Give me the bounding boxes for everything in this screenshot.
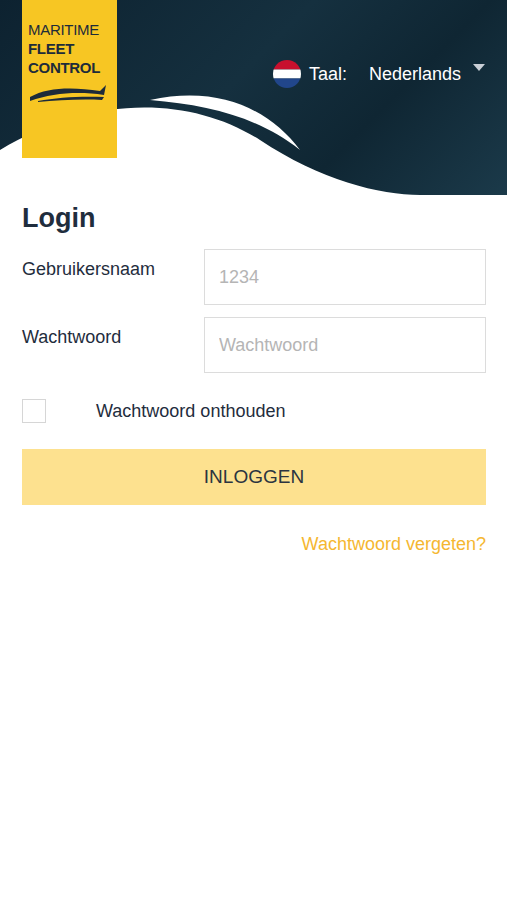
language-value: Nederlands	[369, 64, 461, 85]
swoosh-icon	[28, 81, 108, 103]
form-field: Wachtwoord	[22, 317, 486, 373]
dutch-flag-icon	[273, 60, 301, 88]
dropdown-arrow-icon	[473, 64, 485, 71]
header: MARITIMEFLEETCONTROL Taal: Nederlands	[0, 0, 507, 195]
language-selector[interactable]: Taal: Nederlands	[273, 60, 485, 88]
remember-row[interactable]: Wachtwoord onthouden	[22, 397, 486, 425]
logo-word: FLEET	[28, 39, 112, 58]
form-field: Gebruikersnaam	[22, 249, 486, 305]
language-label: Taal:	[309, 64, 347, 85]
text-input[interactable]	[204, 249, 486, 305]
forgot-password-link[interactable]: Wachtwoord vergeten?	[302, 534, 486, 555]
forgot-row: Wachtwoord vergeten?	[22, 534, 486, 555]
login-form: Login Gebruikersnaam Wachtwoord Wachtwoord …	[0, 195, 507, 595]
login-button[interactable]: INLOGGEN	[22, 449, 486, 505]
field-label: Wachtwoord	[22, 317, 204, 348]
text-input[interactable]	[204, 317, 486, 373]
remember-checkbox[interactable]	[22, 399, 46, 423]
login-page: MARITIMEFLEETCONTROL Taal: Nederlands Login…	[0, 0, 507, 900]
logo: MARITIMEFLEETCONTROL	[22, 0, 117, 158]
field-label: Gebruikersnaam	[22, 249, 204, 280]
login-title: Login	[22, 201, 486, 235]
logo-word: CONTROL	[28, 58, 112, 77]
logo-word: MARITIME	[28, 20, 112, 39]
remember-label: Wachtwoord onthouden	[96, 401, 285, 422]
